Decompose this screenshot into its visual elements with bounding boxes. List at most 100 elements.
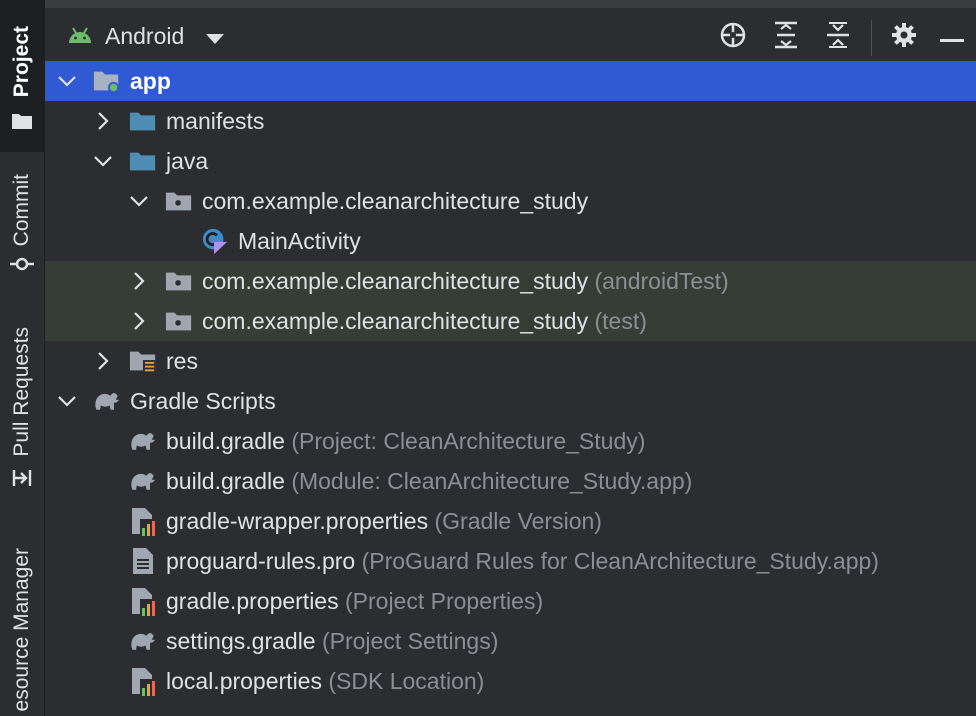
- gradle-elephant-icon: [129, 628, 157, 654]
- tree-row[interactable]: java: [45, 141, 976, 181]
- project-tree: app manifests java com.example.cleanarchite…: [45, 61, 976, 701]
- tree-row-text: gradle.properties (Project Properties): [166, 588, 543, 615]
- project-toolbar: Android: [45, 0, 976, 60]
- tree-row-hint: (Module: CleanArchitecture_Study.app): [291, 467, 693, 494]
- toolbar-divider: [871, 20, 872, 56]
- locate-button[interactable]: [716, 20, 750, 54]
- tree-row[interactable]: local.properties (SDK Location): [45, 661, 976, 701]
- tree-row-label: app: [130, 67, 171, 94]
- chevron-down-icon[interactable]: [57, 71, 77, 91]
- tree-row-text: local.properties (SDK Location): [166, 668, 484, 695]
- tool-tab-project-label: Project: [10, 26, 33, 98]
- view-mode-dropdown[interactable]: Android: [67, 20, 225, 52]
- tool-tab-resource-manager-label: esource Manager: [10, 548, 33, 712]
- tree-row-hint: (ProGuard Rules for CleanArchitecture_St…: [361, 547, 879, 574]
- folder-icon: [11, 112, 33, 134]
- tree-row[interactable]: proguard-rules.pro (ProGuard Rules for C…: [45, 541, 976, 581]
- kotlin-class-icon: [201, 228, 229, 255]
- locate-icon: [719, 21, 747, 53]
- chevron-right-icon[interactable]: [129, 311, 149, 331]
- chevron-right-icon[interactable]: [129, 271, 149, 291]
- collapse-all-button[interactable]: [821, 20, 855, 54]
- tree-row-label: proguard-rules.pro: [166, 547, 356, 574]
- tool-tab-resource-manager[interactable]: esource Manager: [0, 540, 44, 716]
- minimize-button[interactable]: [935, 20, 969, 54]
- module-folder-icon: [93, 68, 121, 94]
- tree-row-hint: (Project: CleanArchitecture_Study): [291, 427, 646, 454]
- tree-row[interactable]: com.example.cleanarchitecture_study (and…: [45, 261, 976, 301]
- tree-row[interactable]: build.gradle (Module: CleanArchitecture_…: [45, 461, 976, 501]
- tree-row-label: res: [166, 347, 198, 374]
- tool-tab-project[interactable]: Project: [0, 0, 44, 152]
- tool-window-strip: Project Commit Pull Requests esource Man…: [0, 0, 45, 716]
- tree-row-text: proguard-rules.pro (ProGuard Rules for C…: [166, 548, 879, 575]
- tree-row-label: build.gradle: [166, 467, 285, 494]
- commit-icon: [10, 256, 34, 276]
- tree-row-text: com.example.cleanarchitecture_study (tes…: [202, 308, 647, 335]
- collapse-all-icon: [825, 21, 851, 53]
- folder-icon: [129, 108, 157, 134]
- properties-file-icon: [129, 668, 157, 696]
- package-icon: [165, 188, 193, 214]
- tree-row-hint: (Project Settings): [321, 627, 499, 654]
- tool-tab-commit[interactable]: Commit: [0, 165, 44, 285]
- expand-all-icon: [773, 21, 799, 53]
- tree-row-label: manifests: [166, 107, 265, 134]
- settings-icon: [891, 22, 917, 52]
- gradle-elephant-icon: [93, 388, 121, 414]
- gradle-elephant-icon: [129, 468, 157, 494]
- tree-row-label: com.example.cleanarchitecture_study: [202, 307, 589, 334]
- package-icon: [165, 308, 193, 334]
- text-file-icon: [129, 548, 157, 574]
- tree-row[interactable]: gradle.properties (Project Properties): [45, 581, 976, 621]
- tree-row-label: com.example.cleanarchitecture_study: [202, 267, 589, 294]
- tree-row[interactable]: MainActivity: [45, 221, 976, 261]
- chevron-down-icon[interactable]: [93, 151, 113, 171]
- tree-row-text: gradle-wrapper.properties (Gradle Versio…: [166, 508, 602, 535]
- tree-row[interactable]: manifests: [45, 101, 976, 141]
- package-icon: [165, 268, 193, 294]
- tree-row[interactable]: com.example.cleanarchitecture_study (tes…: [45, 301, 976, 341]
- tree-row[interactable]: settings.gradle (Project Settings): [45, 621, 976, 661]
- minimize-icon: [940, 28, 964, 47]
- tree-row-text: build.gradle (Module: CleanArchitecture_…: [166, 468, 692, 495]
- tree-row-label: gradle-wrapper.properties: [166, 507, 429, 534]
- view-mode-label: Android: [105, 22, 185, 49]
- tree-row[interactable]: Gradle Scripts: [45, 381, 976, 421]
- tree-row-label: com.example.cleanarchitecture_study: [202, 187, 589, 214]
- tree-row-label: build.gradle: [166, 427, 285, 454]
- chevron-right-icon[interactable]: [93, 351, 113, 371]
- tree-row-label: java: [166, 147, 209, 174]
- properties-file-icon: [129, 588, 157, 616]
- folder-icon: [129, 148, 157, 174]
- tree-row-hint: (Gradle Version): [434, 507, 602, 534]
- properties-file-icon: [129, 508, 157, 536]
- chevron-down-icon[interactable]: [57, 391, 77, 411]
- chevron-down-icon: [206, 23, 225, 50]
- tree-row-hint: (SDK Location): [328, 667, 485, 694]
- tree-row-label: local.properties: [166, 667, 322, 694]
- tree-row[interactable]: gradle-wrapper.properties (Gradle Versio…: [45, 501, 976, 541]
- tree-row-text: build.gradle (Project: CleanArchitecture…: [166, 428, 645, 455]
- tree-row-label: Gradle Scripts: [130, 387, 276, 414]
- tree-row-text: settings.gradle (Project Settings): [166, 628, 498, 655]
- android-icon: [67, 23, 93, 50]
- tool-tab-pull-requests-label: Pull Requests: [10, 327, 33, 457]
- settings-button[interactable]: [887, 20, 921, 54]
- chevron-down-icon[interactable]: [129, 191, 149, 211]
- tree-row-hint: (Project Properties): [345, 587, 544, 614]
- pull-request-icon: [11, 467, 33, 493]
- tree-row[interactable]: build.gradle (Project: CleanArchitecture…: [45, 421, 976, 461]
- tree-row[interactable]: com.example.cleanarchitecture_study: [45, 181, 976, 221]
- tree-row[interactable]: app: [45, 61, 976, 101]
- tool-tab-commit-label: Commit: [10, 173, 33, 247]
- tool-tab-pull-requests[interactable]: Pull Requests: [0, 320, 44, 500]
- tree-row-label: MainActivity: [238, 227, 361, 254]
- chevron-right-icon[interactable]: [93, 111, 113, 131]
- tree-row-hint: (androidTest): [594, 267, 729, 294]
- expand-all-button[interactable]: [769, 20, 803, 54]
- tree-row[interactable]: res: [45, 341, 976, 381]
- gradle-elephant-icon: [129, 428, 157, 454]
- tree-row-label: gradle.properties: [166, 587, 339, 614]
- tree-row-text: com.example.cleanarchitecture_study (and…: [202, 268, 729, 295]
